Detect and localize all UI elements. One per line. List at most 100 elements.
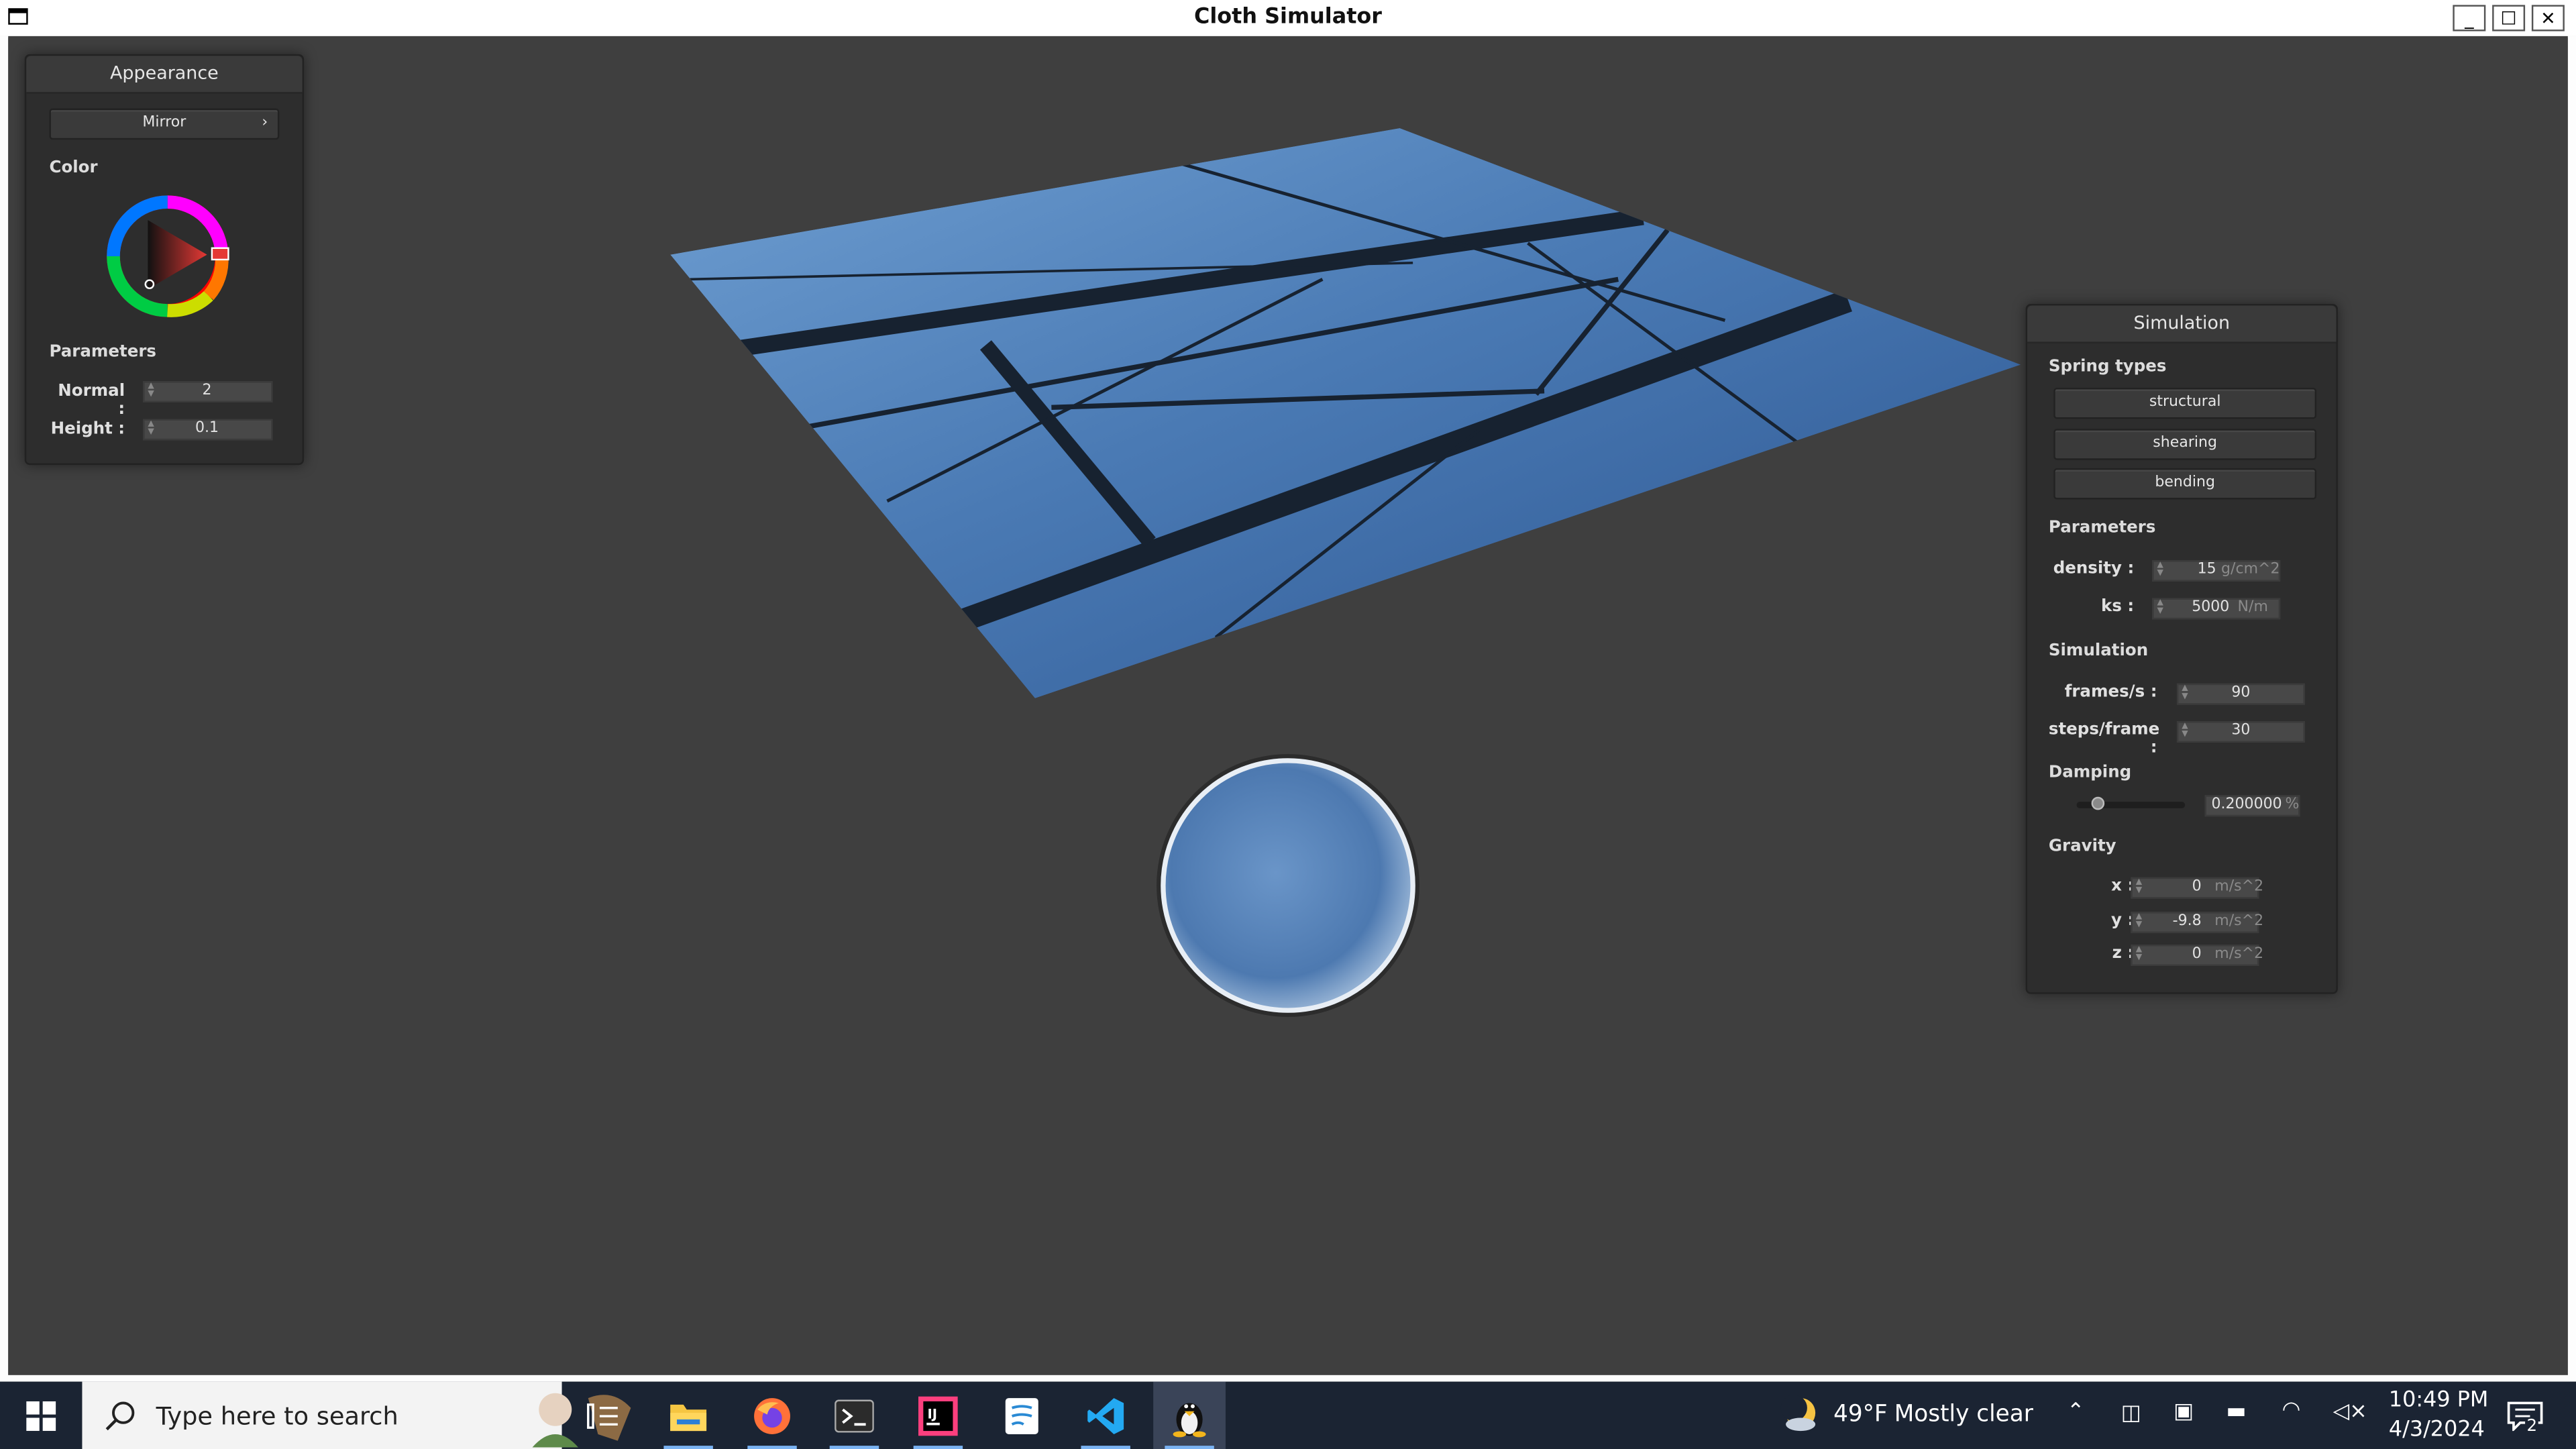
running-indicator [1165, 1446, 1214, 1449]
fps-value: 90 [2231, 685, 2251, 702]
taskbar-search-box[interactable]: Type here to search [82, 1381, 631, 1449]
simulation-panel: Simulation Spring types structural shear… [2025, 304, 2338, 994]
parameters-section-label: Parameters [2048, 519, 2156, 537]
gravity-z-unit: m/s^2 [2214, 946, 2264, 963]
gravity-y-input[interactable]: ▲ ▼ -9.8 m/s^2 [2131, 912, 2263, 934]
window-titlebar: Cloth Simulator _ ☐ ✕ [0, 0, 2576, 38]
taskbar: Type here to search IJ 49°F Mostly clear… [0, 1381, 2576, 1449]
linux-icon [1173, 1402, 1206, 1437]
spinner-arrows-icon[interactable]: ▲ ▼ [2136, 945, 2142, 963]
taskbar-app-notepad[interactable] [985, 1382, 1058, 1449]
spinner-arrows-icon[interactable]: ▲ ▼ [2136, 878, 2142, 895]
ks-input[interactable]: ▲ ▼ 5000 N/m [2152, 598, 2281, 620]
clock-time[interactable]: 10:49 PM [2389, 1388, 2489, 1413]
collision-sphere [1161, 758, 1415, 1013]
ks-unit: N/m [2237, 599, 2268, 616]
running-indicator [663, 1446, 713, 1449]
appearance-panel: Appearance Mirror › Color Parameters Nor… [24, 54, 305, 466]
running-indicator [829, 1446, 879, 1449]
windows-logo-icon [26, 1400, 56, 1430]
density-label: density : [2053, 560, 2135, 579]
gravity-z-label: z : [2112, 945, 2135, 963]
battery-icon[interactable]: ▬ [2226, 1400, 2246, 1425]
taskbar-app-terminal[interactable] [818, 1382, 891, 1449]
damping-slider[interactable] [2076, 796, 2186, 810]
density-input[interactable]: ▲ ▼ 15 g/cm^2 [2152, 560, 2281, 582]
gravity-section-label: Gravity [2048, 837, 2116, 856]
bending-button[interactable]: bending [2053, 468, 2317, 500]
display-icon[interactable]: ▣ [2174, 1400, 2194, 1425]
gravity-x-input[interactable]: ▲ ▼ 0 m/s^2 [2131, 877, 2263, 899]
search-placeholder: Type here to search [156, 1401, 398, 1432]
clock-date[interactable]: 4/3/2024 [2389, 1417, 2485, 1442]
spinner-arrows-icon[interactable]: ▲ ▼ [148, 420, 154, 437]
gravity-z-input[interactable]: ▲ ▼ 0 m/s^2 [2131, 945, 2263, 967]
ks-value: 5000 [2192, 599, 2230, 616]
spinner-arrows-icon[interactable]: ▲ ▼ [2157, 561, 2163, 578]
appearance-panel-title: Appearance [26, 56, 303, 94]
simulation-section-label: Simulation [2048, 642, 2149, 661]
steps-per-frame-input[interactable]: ▲ ▼ 30 [2176, 721, 2305, 743]
hue-handle [211, 247, 229, 261]
chevron-right-icon: › [262, 115, 268, 131]
steps-per-frame-label: steps/frame : [2048, 721, 2160, 757]
terminal-icon [835, 1399, 874, 1432]
height-value: 0.1 [195, 420, 219, 437]
taskbar-app-file-explorer[interactable] [652, 1382, 724, 1449]
spinner-arrows-icon[interactable]: ▲ ▼ [148, 382, 154, 399]
minimize-button[interactable]: _ [2453, 5, 2486, 32]
task-view-button[interactable] [567, 1382, 639, 1449]
gravity-x-value: 0 [2192, 879, 2202, 896]
frames-per-second-label: frames/s : [2064, 683, 2157, 702]
height-input[interactable]: ▲ ▼ 0.1 [143, 419, 273, 441]
normal-value: 2 [202, 382, 212, 400]
search-icon [105, 1401, 135, 1431]
taskbar-app-firefox[interactable] [736, 1382, 808, 1449]
taskbar-app-vscode[interactable] [1069, 1382, 1142, 1449]
shearing-button[interactable]: shearing [2053, 429, 2317, 460]
mirror-dropdown-button[interactable]: Mirror › [49, 108, 280, 140]
taskbar-app-linux[interactable] [1153, 1381, 1226, 1449]
ks-label: ks : [2101, 598, 2135, 616]
normal-input[interactable]: ▲ ▼ 2 [143, 381, 273, 403]
simulation-panel-title: Simulation [2027, 305, 2337, 343]
speaker-muted-icon[interactable]: ◁× [2333, 1400, 2367, 1425]
gravity-x-label: x : [2111, 877, 2135, 896]
notification-center-button[interactable]: 2 [2494, 1382, 2567, 1449]
running-indicator [913, 1446, 963, 1449]
window-border-bottom [0, 1375, 2576, 1382]
frames-per-second-input[interactable]: ▲ ▼ 90 [2176, 683, 2305, 705]
steps-value: 30 [2231, 722, 2251, 740]
svg-text:IJ: IJ [927, 1405, 937, 1421]
spinner-arrows-icon[interactable]: ▲ ▼ [2136, 912, 2142, 930]
start-button[interactable] [5, 1382, 77, 1449]
spinner-arrows-icon[interactable]: ▲ ▼ [2182, 684, 2188, 701]
weather-condition[interactable]: Mostly clear [1894, 1401, 2033, 1428]
notepad-icon [1005, 1397, 1038, 1434]
window-title: Cloth Simulator [1194, 5, 1382, 30]
maximize-button[interactable]: ☐ [2492, 5, 2526, 32]
density-unit: g/cm^2 [2221, 561, 2280, 579]
damping-input[interactable]: 0.200000 % [2204, 795, 2300, 817]
structural-button[interactable]: structural [2053, 387, 2317, 419]
spinner-arrows-icon[interactable]: ▲ ▼ [2182, 722, 2188, 739]
color-wheel[interactable] [105, 194, 233, 322]
gravity-y-value: -9.8 [2172, 913, 2202, 930]
weather-moon-icon[interactable] [1779, 1395, 1819, 1434]
normal-label: Normal : [58, 382, 125, 419]
damping-slider-handle[interactable] [2092, 796, 2105, 810]
notification-count-badge: 2 [2525, 1417, 2539, 1436]
gravity-z-value: 0 [2192, 946, 2202, 963]
parameters-section-label: Parameters [49, 343, 156, 362]
close-button[interactable]: ✕ [2531, 5, 2565, 32]
damping-section-label: Damping [2048, 763, 2132, 782]
weather-temperature[interactable]: 49°F [1833, 1401, 1888, 1428]
spinner-arrows-icon[interactable]: ▲ ▼ [2157, 599, 2163, 616]
vscode-icon [1087, 1397, 1124, 1434]
camera-icon[interactable]: ◫ [2121, 1401, 2141, 1426]
chevron-up-icon[interactable]: ⌃ [2067, 1400, 2085, 1425]
damping-unit: % [2285, 796, 2300, 814]
wifi-icon[interactable]: ◠ [2282, 1398, 2301, 1423]
intellij-icon: IJ [918, 1395, 958, 1436]
taskbar-app-intellij[interactable]: IJ [902, 1382, 975, 1449]
